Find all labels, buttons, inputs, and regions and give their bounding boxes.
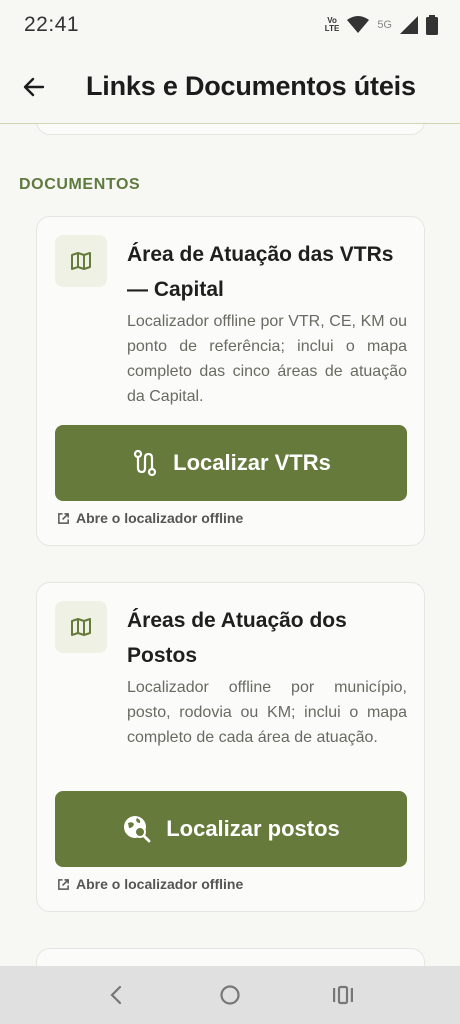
offline-hint: Abre o localizador offline <box>57 510 243 526</box>
previous-card-stub <box>36 124 425 135</box>
card-title: Área de Atuação das VTRs — Capital <box>127 243 394 301</box>
document-card-postos: Áreas de Atuação dos Postos Localizador … <box>36 582 425 912</box>
wifi-icon <box>347 16 370 33</box>
open-in-new-icon <box>58 512 69 524</box>
volte-indicator: Vo LTE <box>325 17 340 33</box>
route-icon <box>134 449 157 477</box>
card-description: Localizador offline por VTR, CE, KM ou p… <box>127 313 407 405</box>
card-icon-box <box>55 235 107 287</box>
open-in-new-icon <box>58 878 69 890</box>
offline-hint: Abre o localizador offline <box>57 876 243 892</box>
status-bar: 22:41 Vo LTE 5G <box>0 0 460 50</box>
app-bar: Links e Documentos úteis <box>0 50 460 124</box>
nav-recents-button[interactable] <box>323 975 363 1015</box>
next-card-stub <box>36 948 425 966</box>
localizar-vtrs-button[interactable]: Localizar VTRs <box>55 425 407 501</box>
recents-icon <box>333 985 354 1005</box>
card-icon-box <box>55 601 107 653</box>
scroll-content[interactable]: DOCUMENTOS Área de Atuação das VTRs — Ca… <box>0 124 460 966</box>
signal-icon <box>400 16 418 34</box>
nav-home-button[interactable] <box>210 975 250 1015</box>
arrow-left-icon <box>23 77 45 96</box>
map-icon <box>71 252 91 270</box>
section-label: DOCUMENTOS <box>19 176 141 193</box>
page-title: Links e Documentos úteis <box>86 71 416 101</box>
volte-bottom: LTE <box>324 24 340 33</box>
button-label: Localizar VTRs <box>173 450 331 475</box>
card-title: Áreas de Atuação dos Postos <box>127 609 347 667</box>
map-icon <box>71 618 91 636</box>
hint-text: Abre o localizador offline <box>76 876 244 892</box>
status-icons: Vo LTE 5G <box>325 15 438 35</box>
battery-icon <box>426 15 438 35</box>
localizar-postos-button[interactable]: Localizar postos <box>55 791 407 867</box>
back-button[interactable] <box>20 73 48 101</box>
status-time: 22:41 <box>24 13 80 36</box>
button-label: Localizar postos <box>166 816 340 841</box>
chevron-left-icon <box>110 985 121 1005</box>
card-description: Localizador offline por município, posto… <box>127 679 407 746</box>
travel-explore-icon <box>124 816 151 843</box>
system-nav-bar <box>0 966 460 1024</box>
nav-back-button[interactable] <box>97 975 137 1015</box>
network-type: 5G <box>377 19 392 31</box>
hint-text: Abre o localizador offline <box>76 510 244 526</box>
home-circle-icon <box>220 985 240 1005</box>
document-card-vtrs: Área de Atuação das VTRs — Capital Local… <box>36 216 425 546</box>
